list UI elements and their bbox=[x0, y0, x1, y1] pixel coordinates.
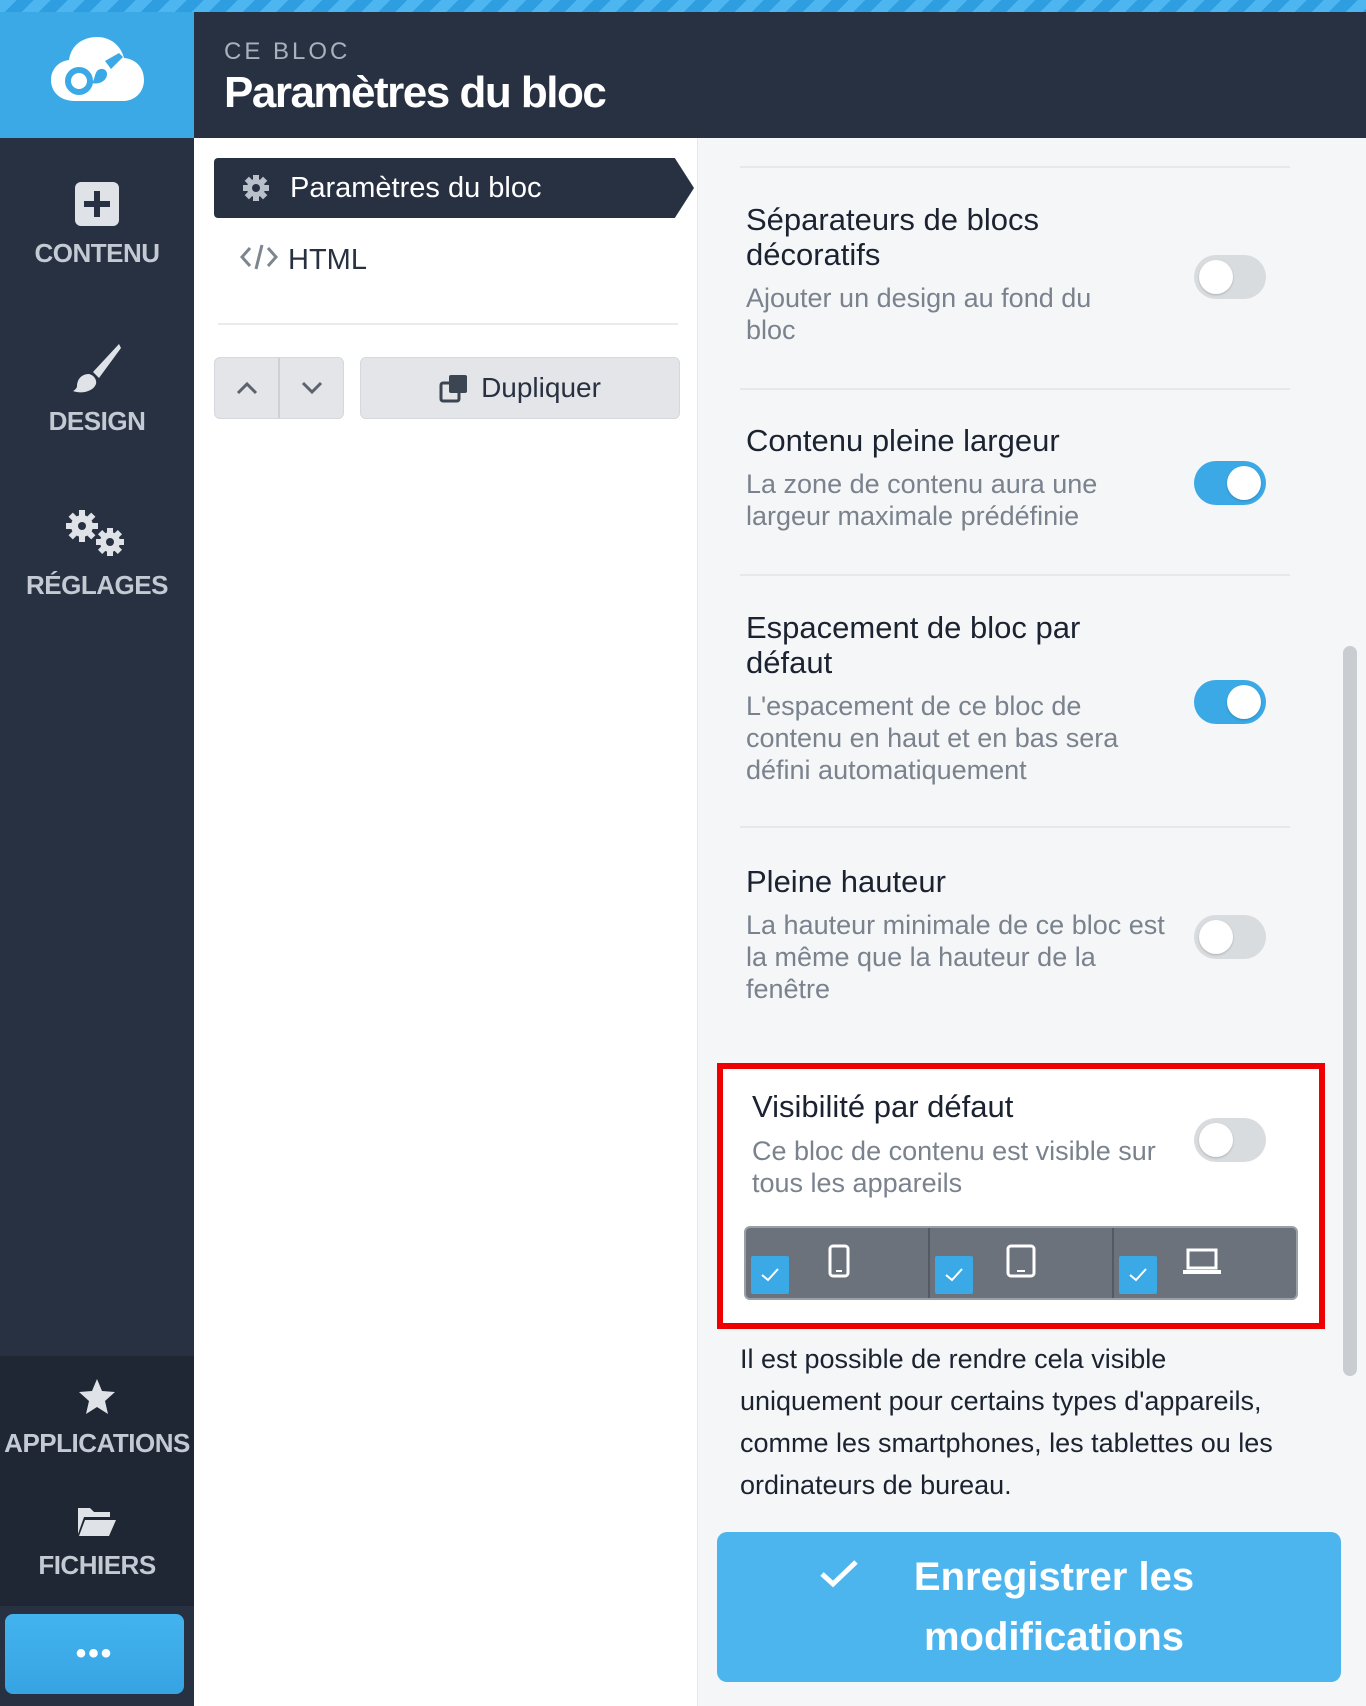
duplicate-label: Dupliquer bbox=[481, 372, 601, 403]
gears-icon bbox=[66, 510, 124, 556]
more-button[interactable]: ••• bbox=[5, 1614, 184, 1694]
nav-label: CONTENU bbox=[34, 238, 160, 268]
setting-title: Visibilité par défaut bbox=[752, 1089, 1014, 1124]
nav-contenu[interactable]: CONTENU bbox=[0, 182, 194, 269]
brush-icon bbox=[73, 344, 121, 393]
middle-panel: Paramètres du bloc HTML Dupliquer bbox=[194, 138, 697, 1706]
tablet-icon bbox=[1006, 1244, 1036, 1278]
setting-description: Ce bloc de contenu est visible sur tous … bbox=[752, 1136, 1156, 1198]
device-tablet[interactable] bbox=[928, 1228, 1112, 1298]
check-icon[interactable] bbox=[1119, 1256, 1157, 1294]
check-icon[interactable] bbox=[935, 1256, 973, 1294]
tab-label: HTML bbox=[288, 243, 367, 276]
divider bbox=[218, 323, 678, 325]
chevron-down-icon bbox=[301, 381, 322, 395]
device-laptop[interactable] bbox=[1112, 1228, 1296, 1298]
setting-title: Pleine hauteur bbox=[746, 864, 946, 899]
divider bbox=[740, 166, 1290, 168]
move-up-button[interactable] bbox=[215, 358, 278, 418]
laptop-icon bbox=[1183, 1248, 1221, 1274]
folder-open-icon bbox=[78, 1508, 116, 1536]
setting-title: Espacement de bloc par défaut bbox=[746, 610, 1081, 680]
top-stripe bbox=[0, 0, 1366, 12]
setting-title: Séparateurs de blocs décoratifs bbox=[746, 202, 1039, 272]
nav-fichiers[interactable]: FICHIERS bbox=[0, 1504, 194, 1581]
save-button[interactable]: Enregistrer les modifications bbox=[717, 1532, 1341, 1682]
move-buttons bbox=[214, 357, 344, 419]
visibility-section: Visibilité par défaut Ce bloc de contenu… bbox=[717, 1063, 1325, 1329]
nav-label: RÉGLAGES bbox=[26, 570, 168, 600]
divider bbox=[740, 388, 1290, 390]
sidebar-bottom: APPLICATIONS FICHIERS bbox=[0, 1356, 194, 1606]
smartphone-icon bbox=[828, 1244, 850, 1278]
logo[interactable] bbox=[0, 0, 194, 138]
setting-title: Contenu pleine largeur bbox=[746, 423, 1060, 458]
nav-label: APPLICATIONS bbox=[4, 1428, 190, 1458]
nav-applications[interactable]: APPLICATIONS bbox=[0, 1378, 194, 1459]
nav-reglages[interactable]: RÉGLAGES bbox=[0, 508, 194, 601]
setting-description: Ajouter un design au fond du bloc bbox=[746, 283, 1092, 345]
scrollbar[interactable] bbox=[1343, 646, 1357, 1376]
check-icon bbox=[820, 1560, 858, 1588]
nav-label: DESIGN bbox=[48, 406, 146, 436]
plus-square-icon bbox=[75, 182, 119, 226]
code-icon bbox=[239, 244, 280, 277]
sidebar: CONTENU DESIGN RÉGLAGES APPLICATIONS FIC… bbox=[0, 0, 194, 1706]
help-text: Il est possible de rendre cela visible u… bbox=[740, 1344, 1273, 1500]
move-down-button[interactable] bbox=[278, 358, 343, 418]
page-title: Paramètres du bloc bbox=[224, 68, 607, 117]
setting-description: La zone de contenu aura une largeur maxi… bbox=[746, 469, 1098, 531]
tab-label: Paramètres du bloc bbox=[290, 171, 542, 204]
gear-icon bbox=[242, 174, 272, 202]
header-eyebrow: CE BLOC bbox=[224, 38, 351, 65]
cloud-brush-logo-icon bbox=[51, 37, 144, 101]
star-icon bbox=[79, 1379, 115, 1414]
tab-block-settings[interactable]: Paramètres du bloc bbox=[214, 158, 694, 218]
device-smartphone[interactable] bbox=[746, 1228, 928, 1298]
setting-description: La hauteur minimale de ce bloc est la mê… bbox=[746, 910, 1165, 1004]
toggle-full-height[interactable] bbox=[1194, 915, 1266, 959]
toggle-default-visibility[interactable] bbox=[1194, 1118, 1266, 1162]
toggle-default-spacing[interactable] bbox=[1194, 680, 1266, 724]
settings-panel: Séparateurs de blocs décoratifs Ajouter … bbox=[697, 138, 1366, 1706]
check-icon[interactable] bbox=[751, 1256, 789, 1294]
device-selector bbox=[744, 1226, 1298, 1300]
toggle-full-width[interactable] bbox=[1194, 461, 1266, 505]
header: CE BLOC Paramètres du bloc bbox=[194, 12, 1366, 138]
nav-label: FICHIERS bbox=[38, 1550, 156, 1580]
tab-html[interactable]: HTML bbox=[214, 230, 674, 290]
divider bbox=[740, 574, 1290, 576]
toggle-decorative-separators[interactable] bbox=[1194, 255, 1266, 299]
clone-icon bbox=[439, 375, 468, 403]
chevron-up-icon bbox=[236, 381, 257, 395]
save-label: Enregistrer les modifications bbox=[913, 1555, 1195, 1659]
setting-description: L'espacement de ce bloc de contenu en ha… bbox=[746, 691, 1119, 785]
nav-design[interactable]: DESIGN bbox=[0, 342, 194, 437]
divider bbox=[740, 826, 1290, 828]
duplicate-button[interactable]: Dupliquer bbox=[360, 357, 680, 419]
